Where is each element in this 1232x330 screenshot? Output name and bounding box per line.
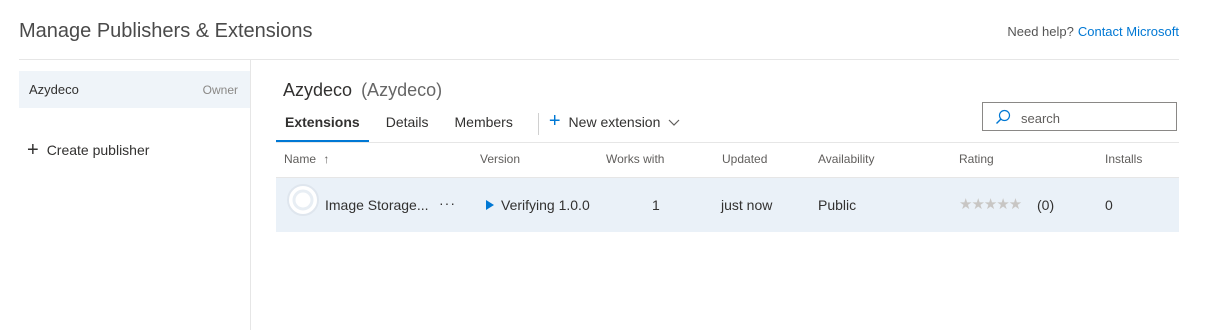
rating-stars-icon: ★★★★★ [959, 196, 1022, 213]
column-header-availability[interactable]: Availability [818, 152, 874, 166]
tab-extensions[interactable]: Extensions [276, 107, 369, 142]
plus-icon: + [27, 139, 39, 161]
tab-separator [537, 113, 539, 135]
search-input[interactable] [1019, 107, 1173, 129]
more-options-button[interactable]: ··· [439, 195, 456, 211]
publisher-name: Azydeco [29, 82, 79, 97]
tab-bar: Extensions Details Members + New extensi… [276, 107, 681, 142]
contact-microsoft-link[interactable]: Contact Microsoft [1078, 24, 1179, 39]
search-icon [995, 109, 1011, 130]
header-divider [19, 59, 1179, 60]
rating-count: (0) [1037, 197, 1055, 213]
extension-name[interactable]: Image Storage... [325, 197, 429, 213]
column-header-updated[interactable]: Updated [722, 152, 767, 166]
tab-details[interactable]: Details [377, 107, 438, 141]
updated-value: just now [721, 197, 773, 213]
publisher-heading-name: Azydeco [283, 80, 353, 100]
works-with-value: 1 [652, 197, 660, 213]
sort-ascending-icon: ↑ [323, 152, 330, 166]
column-header-installs[interactable]: Installs [1105, 152, 1142, 166]
tabs-divider [276, 142, 1179, 143]
column-header-name[interactable]: Name ↑ [284, 152, 329, 166]
column-header-rating[interactable]: Rating [959, 152, 994, 166]
extension-icon [286, 183, 320, 222]
tab-members[interactable]: Members [446, 107, 522, 141]
column-header-version[interactable]: Version [480, 152, 520, 166]
table-row[interactable]: Image Storage... ··· Verifying 1.0.0 1 j… [276, 178, 1179, 232]
publisher-heading: Azydeco (Azydeco) [283, 80, 442, 101]
page-title: Manage Publishers & Extensions [19, 20, 313, 42]
publisher-role: Owner [202, 83, 238, 97]
version-status-label: Verifying 1.0.0 [501, 197, 590, 213]
play-icon [486, 200, 494, 210]
column-header-name-label: Name [284, 152, 317, 166]
installs-value: 0 [1105, 197, 1113, 213]
chevron-down-icon [668, 114, 680, 130]
sidebar-divider [250, 60, 251, 330]
sidebar-item-publisher[interactable]: Azydeco Owner [19, 71, 250, 108]
create-publisher-label: Create publisher [46, 142, 150, 158]
publisher-heading-id: (Azydeco) [361, 80, 443, 100]
column-header-works-with[interactable]: Works with [606, 152, 664, 166]
create-publisher-button[interactable]: + Create publisher [27, 139, 150, 161]
new-extension-label: New extension [568, 114, 661, 130]
help-text: Need help? [1007, 24, 1074, 39]
help-text-container: Need help? Contact Microsoft [1007, 24, 1179, 39]
availability-value: Public [818, 197, 857, 213]
version-status: Verifying 1.0.0 [486, 197, 590, 213]
new-extension-button[interactable]: + New extension [548, 107, 681, 132]
plus-icon: + [548, 110, 561, 132]
search-box[interactable] [982, 102, 1177, 131]
